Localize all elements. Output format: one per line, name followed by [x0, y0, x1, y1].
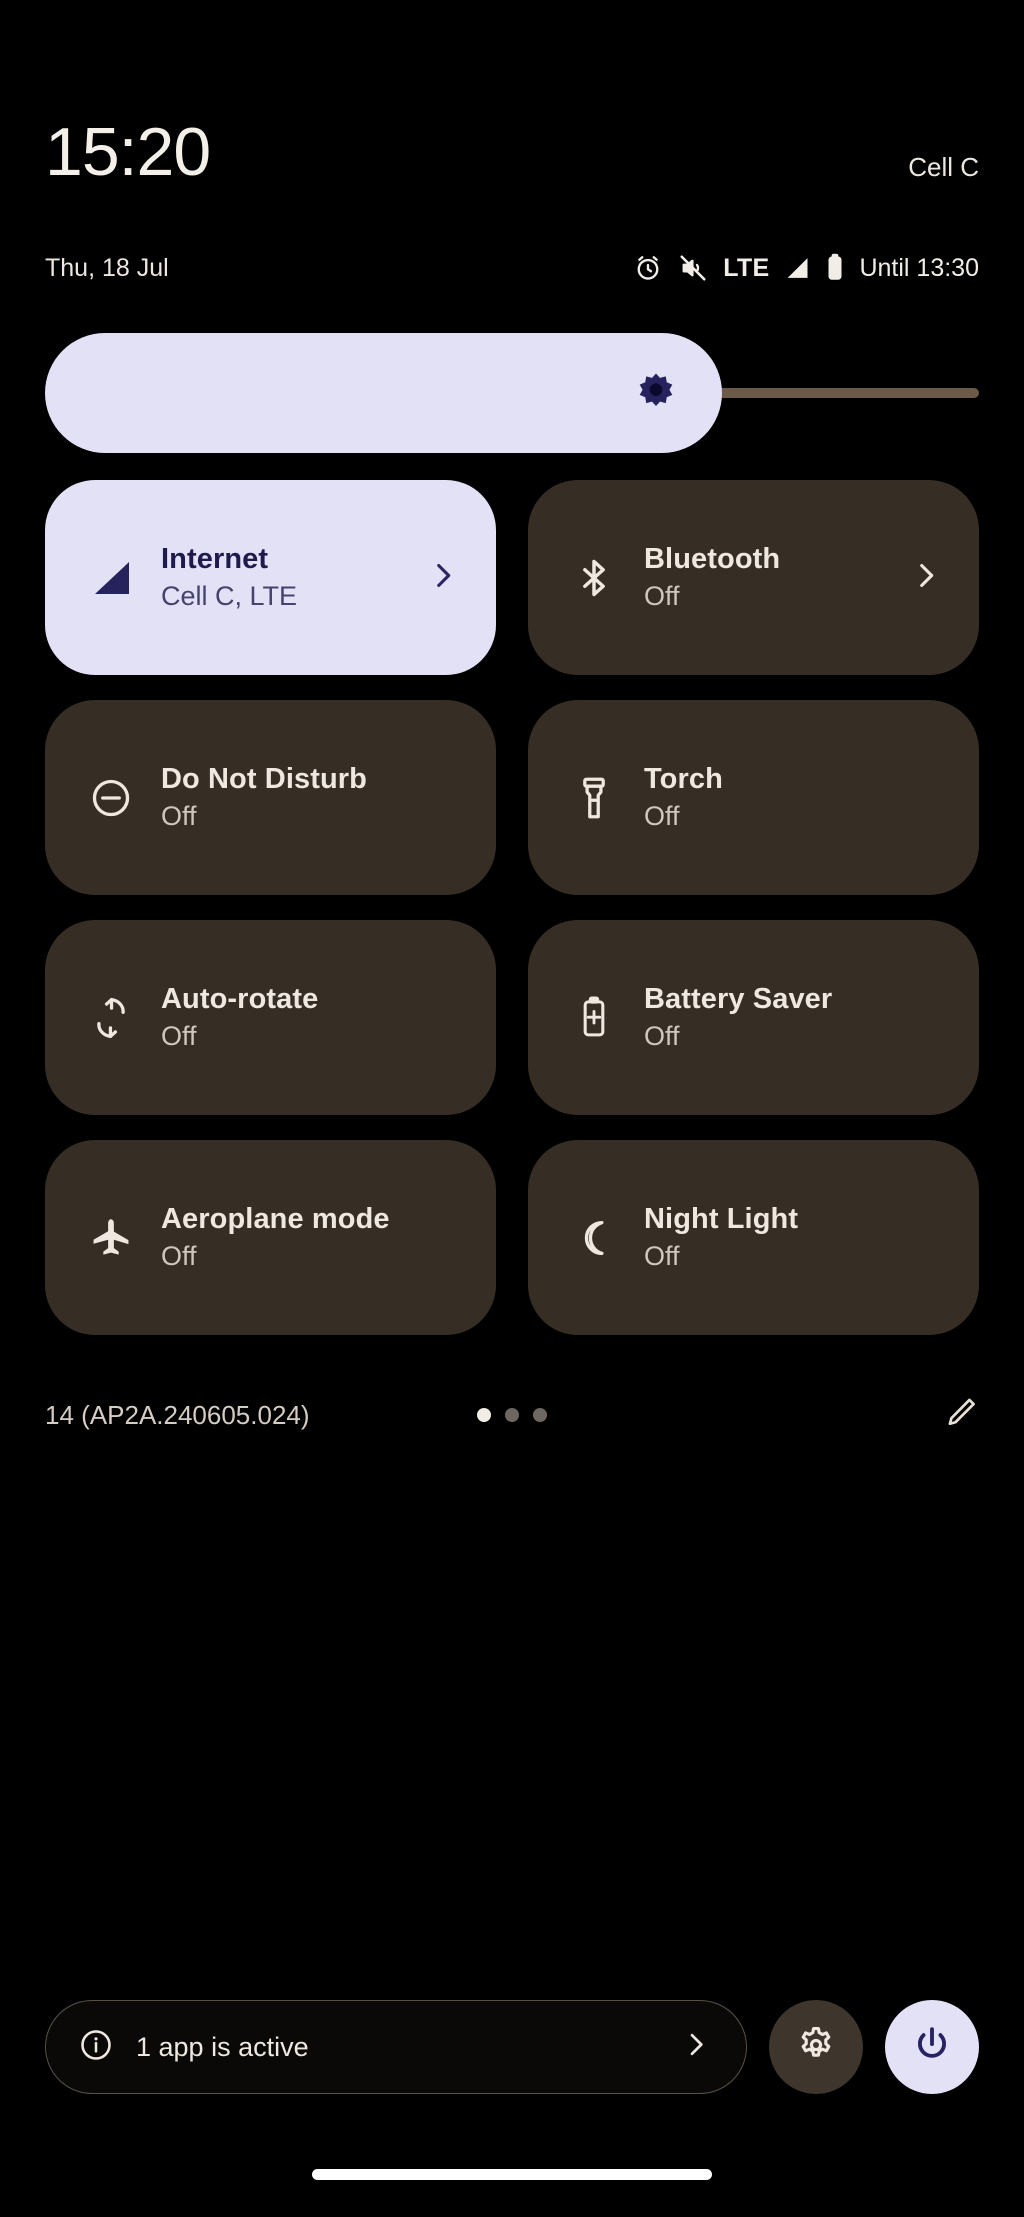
bluetooth-icon — [566, 550, 622, 606]
tile-title: Internet — [161, 542, 269, 575]
tile-internet-text: Internet Cell C, LTE — [161, 541, 297, 614]
date-label: Thu, 18 Jul — [45, 254, 169, 282]
tile-title: Auto-rotate — [161, 982, 319, 1015]
bottom-bar: 1 app is active — [45, 2000, 979, 2094]
active-apps-label: 1 app is active — [136, 2031, 309, 2062]
power-button[interactable] — [885, 2000, 979, 2094]
battery-icon — [825, 253, 845, 283]
torch-icon — [566, 770, 622, 826]
tile-subtitle: Off — [644, 1241, 680, 1272]
tile-row-4: Aeroplane mode Off Night Light Off — [45, 1140, 979, 1335]
page-dot-3[interactable] — [533, 1408, 547, 1422]
page-indicator[interactable] — [477, 1408, 547, 1422]
tile-battery-saver-text: Battery Saver Off — [644, 981, 832, 1054]
tile-bluetooth-text: Bluetooth Off — [644, 541, 780, 614]
tile-subtitle: Off — [161, 801, 197, 832]
tile-torch-text: Torch Off — [644, 761, 723, 834]
gear-icon — [795, 2024, 837, 2071]
tile-subtitle: Cell C, LTE — [161, 581, 298, 612]
tile-row-1: Internet Cell C, LTE Bluetooth Off — [45, 480, 979, 675]
aeroplane-icon — [83, 1210, 139, 1266]
tile-auto-rotate-text: Auto-rotate Off — [161, 981, 318, 1054]
brightness-slider[interactable] — [45, 333, 979, 453]
quick-settings-tiles: Internet Cell C, LTE Bluetooth Off Do No… — [45, 480, 979, 1360]
tile-row-2: Do Not Disturb Off Torch Off — [45, 700, 979, 895]
tile-subtitle: Off — [161, 1021, 197, 1052]
tile-internet[interactable]: Internet Cell C, LTE — [45, 480, 496, 675]
signal-bars-icon — [83, 550, 139, 606]
edit-tiles-button[interactable] — [943, 1395, 979, 1436]
navigation-home-pill[interactable] — [312, 2169, 712, 2180]
brightness-fill — [45, 333, 723, 453]
chevron-right-icon[interactable] — [913, 558, 939, 597]
page-dot-1[interactable] — [477, 1408, 491, 1422]
tile-subtitle: Off — [644, 581, 680, 612]
tile-title: Aeroplane mode — [161, 1202, 390, 1235]
chevron-right-icon[interactable] — [684, 2029, 708, 2066]
tile-title: Night Light — [644, 1202, 799, 1235]
tile-title: Torch — [644, 762, 723, 795]
status-row: Thu, 18 Jul LTE Until 13:30 — [45, 248, 979, 288]
settings-button[interactable] — [769, 2000, 863, 2094]
page-dot-2[interactable] — [505, 1408, 519, 1422]
tile-do-not-disturb[interactable]: Do Not Disturb Off — [45, 700, 496, 895]
tile-row-3: Auto-rotate Off Battery Saver Off — [45, 920, 979, 1115]
alarm-icon — [633, 253, 663, 283]
clock-container[interactable]: 15:20 — [45, 114, 211, 190]
info-icon — [78, 2027, 114, 2068]
signal-bars-icon — [783, 254, 811, 282]
network-type-label: LTE — [723, 253, 770, 282]
tile-auto-rotate[interactable]: Auto-rotate Off — [45, 920, 496, 1115]
power-icon — [910, 2023, 954, 2072]
tile-title: Bluetooth — [644, 542, 781, 575]
status-icon-group: LTE Until 13:30 — [633, 248, 979, 288]
tile-do-not-disturb-text: Do Not Disturb Off — [161, 761, 367, 834]
brightness-icon — [633, 370, 679, 416]
clock-text: 15:20 — [45, 114, 211, 190]
volume-muted-icon — [677, 253, 709, 283]
tile-title: Do Not Disturb — [161, 762, 367, 795]
night-light-icon — [566, 1210, 622, 1266]
carrier-label: Cell C — [908, 152, 979, 182]
quick-settings-screen: 15:20 Cell C Thu, 18 Jul LTE Until 13:30… — [0, 0, 1024, 2217]
tile-subtitle: Off — [161, 1241, 197, 1272]
active-apps-button[interactable]: 1 app is active — [45, 2000, 747, 2094]
tile-torch[interactable]: Torch Off — [528, 700, 979, 895]
chevron-right-icon[interactable] — [430, 558, 456, 597]
battery-saver-icon — [566, 990, 622, 1046]
panel-footer: 14 (AP2A.240605.024) — [45, 1385, 979, 1445]
auto-rotate-icon — [83, 990, 139, 1046]
pencil-icon — [943, 1398, 979, 1435]
tile-aeroplane-mode-text: Aeroplane mode Off — [161, 1201, 390, 1274]
tile-title: Battery Saver — [644, 982, 833, 1015]
do-not-disturb-icon — [83, 770, 139, 826]
build-number-label: 14 (AP2A.240605.024) — [45, 1400, 310, 1430]
tile-bluetooth[interactable]: Bluetooth Off — [528, 480, 979, 675]
battery-until-label: Until 13:30 — [859, 253, 979, 282]
tile-subtitle: Off — [644, 1021, 680, 1052]
tile-night-light[interactable]: Night Light Off — [528, 1140, 979, 1335]
tile-night-light-text: Night Light Off — [644, 1201, 798, 1274]
tile-subtitle: Off — [644, 801, 680, 832]
tile-aeroplane-mode[interactable]: Aeroplane mode Off — [45, 1140, 496, 1335]
tile-battery-saver[interactable]: Battery Saver Off — [528, 920, 979, 1115]
